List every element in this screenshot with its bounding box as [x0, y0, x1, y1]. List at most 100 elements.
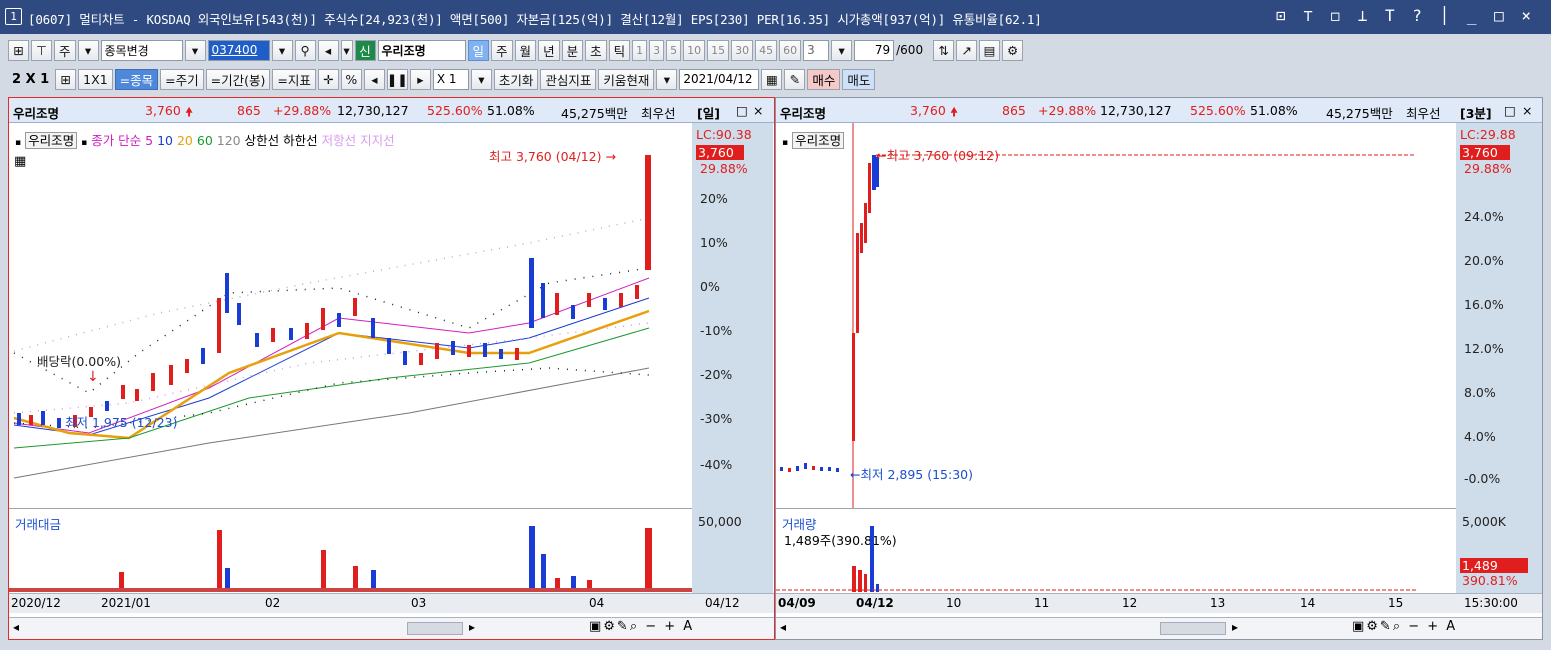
- left-ytick: 20%: [700, 191, 728, 206]
- kiwoom-current-button[interactable]: 키움현재: [598, 68, 655, 90]
- interval-30[interactable]: 30: [731, 39, 754, 61]
- period-week[interactable]: 주: [491, 39, 513, 61]
- period-minute[interactable]: 분: [561, 39, 584, 61]
- interval-1[interactable]: 1: [632, 39, 648, 61]
- stock-code-input[interactable]: 037400: [207, 39, 270, 61]
- interval-45[interactable]: 45: [755, 39, 778, 61]
- pattern-icon[interactable]: ↗: [956, 39, 978, 61]
- right-volume-bars: [776, 526, 1416, 592]
- left-maximize-icon[interactable]: □: [736, 103, 748, 118]
- speaker-dropdown-icon[interactable]: ▾: [340, 39, 353, 61]
- left-scroll-thumb[interactable]: [407, 622, 463, 635]
- type-dropdown-icon[interactable]: ▾: [77, 39, 99, 61]
- calendar-icon[interactable]: ▦: [761, 68, 783, 90]
- left-date: 03: [411, 596, 427, 610]
- date-input[interactable]: 2021/04/12: [679, 68, 760, 90]
- left-scrollbar[interactable]: ◂ ▸ ▣⚙✎⌕ − + A: [9, 617, 774, 639]
- left-scroll-right-icon[interactable]: ▸: [469, 620, 475, 634]
- right-ytick: -0.0%: [1464, 471, 1501, 486]
- sell-button[interactable]: 매도: [842, 68, 876, 90]
- prev-icon[interactable]: ◂: [363, 68, 385, 90]
- settings-gear-icon[interactable]: ⚙: [1002, 39, 1024, 61]
- left-candle-chart[interactable]: 최고 3,760 (04/12) → 배당락(0.00%) ↓ 최저 1,975…: [9, 123, 692, 508]
- period-month[interactable]: 월: [514, 39, 537, 61]
- stock-change-select[interactable]: 종목변경: [100, 39, 183, 61]
- one-by-one-button[interactable]: 1X1: [78, 68, 113, 90]
- link-period-button[interactable]: =주기: [160, 68, 204, 90]
- right-volume-axis-label: 5,000K: [1462, 514, 1506, 529]
- right-amount: 45,275백만: [1326, 106, 1393, 121]
- layout-icon[interactable]: ⊞: [8, 39, 29, 61]
- right-scroll-left-icon[interactable]: ◂: [780, 620, 786, 634]
- right-up-arrow-icon: 🠝: [950, 104, 959, 119]
- right-ytick: 20.0%: [1464, 253, 1504, 268]
- count-select[interactable]: 3: [803, 39, 830, 61]
- period-year[interactable]: 년: [538, 39, 560, 61]
- right-ratio: 51.08%: [1250, 103, 1298, 118]
- left-high-label: 최고 3,760 (04/12) →: [489, 149, 616, 164]
- interval-10[interactable]: 10: [683, 39, 706, 61]
- right-maximize-icon[interactable]: □: [1504, 103, 1516, 118]
- period-tick[interactable]: 틱: [608, 39, 631, 61]
- left-volume-bars: [9, 526, 692, 592]
- right-axis-top: LC:29.88: [1460, 127, 1516, 142]
- period-day[interactable]: 일: [467, 39, 490, 61]
- count-dropdown-icon[interactable]: ▾: [831, 39, 853, 61]
- reset-button[interactable]: 초기화: [493, 68, 539, 90]
- buy-button[interactable]: 매수: [807, 68, 841, 90]
- link-indicator-button[interactable]: =지표: [272, 68, 316, 90]
- daily-chart-panel[interactable]: 우리조명 3,760 🠝 865 +29.88% 12,730,127 525.…: [8, 97, 775, 640]
- right-scroll-right-icon[interactable]: ▸: [1232, 620, 1238, 634]
- multiplier-select[interactable]: X 1: [432, 68, 469, 90]
- right-scroll-thumb[interactable]: [1160, 622, 1226, 635]
- compare-icon[interactable]: ⇅: [933, 39, 955, 61]
- left-scroll-left-icon[interactable]: ◂: [13, 620, 19, 634]
- grid-icon[interactable]: ⊞: [55, 68, 77, 90]
- left-up-arrow-icon: 🠝: [185, 104, 194, 119]
- right-date-axis: 04/09 04/12 10 11 12 13 14 15 15:30:00: [776, 593, 1542, 613]
- save-icon[interactable]: ▤: [979, 39, 1001, 61]
- multiplier-dropdown-icon[interactable]: ▾: [470, 68, 492, 90]
- next-icon[interactable]: ▸: [409, 68, 431, 90]
- left-dividend-arrow-icon: ↓: [87, 369, 99, 385]
- interval-60[interactable]: 60: [779, 39, 802, 61]
- right-candle-chart[interactable]: ←최고 3,760 (09:12) ←최저 2,895 (15:30): [776, 123, 1456, 508]
- search-icon[interactable]: ⚲: [294, 39, 316, 61]
- percent-button[interactable]: %: [340, 68, 362, 90]
- window-number: 1: [5, 8, 22, 25]
- crosshair-icon[interactable]: ✛: [317, 68, 339, 90]
- left-price-axis: LC:90.38 3,760 29.88% 20% 10% 0% -10% -2…: [692, 123, 773, 508]
- left-date: 2020/12: [11, 596, 61, 610]
- interest-indicator-button[interactable]: 관심지표: [540, 68, 597, 90]
- right-tool-icons[interactable]: ▣⚙✎⌕ − + A: [1352, 619, 1457, 634]
- right-date: 11: [1034, 596, 1050, 610]
- right-date: 14: [1300, 596, 1316, 610]
- count-input[interactable]: 79: [854, 39, 895, 61]
- right-close-icon[interactable]: ×: [1522, 103, 1532, 118]
- right-low-label: ←최저 2,895 (15:30): [850, 467, 973, 482]
- link-stock-button[interactable]: =종목: [114, 68, 159, 90]
- right-volume-axis: 5,000K 1,489 390.81%: [1456, 508, 1542, 593]
- pin-icon[interactable]: ⊤: [31, 39, 52, 61]
- period-second[interactable]: 초: [585, 39, 607, 61]
- left-tool-icons[interactable]: ▣⚙✎⌕ − + A: [589, 619, 694, 634]
- type-select[interactable]: 주: [54, 39, 76, 61]
- interval-15[interactable]: 15: [707, 39, 730, 61]
- stock-name-field[interactable]: 우리조명: [377, 39, 466, 61]
- right-ytick: 8.0%: [1464, 385, 1496, 400]
- kiwoom-dropdown-icon[interactable]: ▾: [656, 68, 678, 90]
- right-scrollbar[interactable]: ◂ ▸ ▣⚙✎⌕ − + A: [776, 617, 1542, 639]
- left-pct-box: 29.88%: [700, 161, 748, 176]
- left-close-icon[interactable]: ×: [753, 103, 763, 118]
- code-dropdown-icon[interactable]: ▾: [271, 39, 293, 61]
- pause-icon[interactable]: ❚❚: [386, 68, 408, 90]
- change-dropdown-icon[interactable]: ▾: [184, 39, 206, 61]
- link-range-button[interactable]: =기간(봉): [205, 68, 271, 90]
- trade-icon[interactable]: ✎: [784, 68, 806, 90]
- left-low-label: 최저 1,975 (12/23): [65, 415, 178, 430]
- minute-chart-panel[interactable]: 우리조명 3,760 🠝 865 +29.88% 12,730,127 525.…: [775, 97, 1543, 640]
- window-controls[interactable]: ⊡ ⊤ ◻ ⊥ T ? │ _ □ ×: [1276, 6, 1535, 25]
- interval-5[interactable]: 5: [666, 39, 682, 61]
- speaker-icon[interactable]: ◂: [317, 39, 339, 61]
- interval-3[interactable]: 3: [649, 39, 665, 61]
